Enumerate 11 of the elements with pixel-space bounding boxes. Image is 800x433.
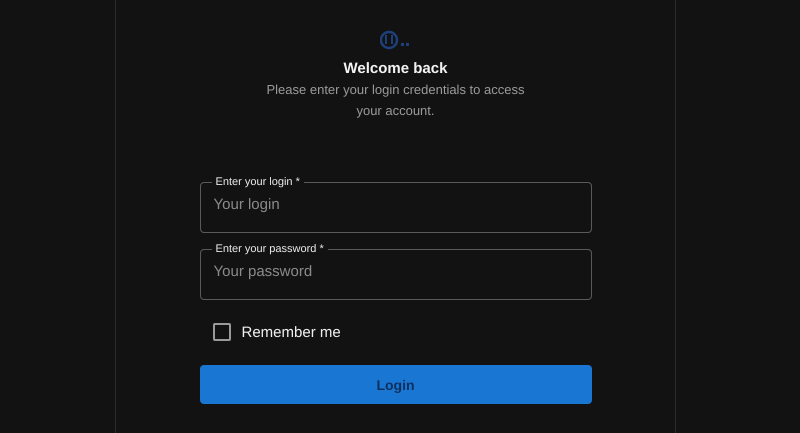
text-field[interactable]: Enter your login * Your login — [200, 176, 592, 233]
remember-checkbox[interactable] — [212, 323, 230, 341]
input-field[interactable]: Your login — [212, 188, 578, 228]
field-label: Enter your password * — [214, 243, 325, 255]
welcome-title: Welcome back — [344, 60, 448, 77]
input-field[interactable]: Your password — [212, 255, 578, 295]
logo-icon — [380, 30, 412, 50]
subtitle-text: Please enter your login credentials to access your account. — [266, 81, 526, 120]
field-label: Enter your login * — [214, 176, 301, 188]
remember-label: Remember me — [242, 324, 341, 340]
text-field[interactable]: Enter your password * Your password — [200, 243, 592, 300]
